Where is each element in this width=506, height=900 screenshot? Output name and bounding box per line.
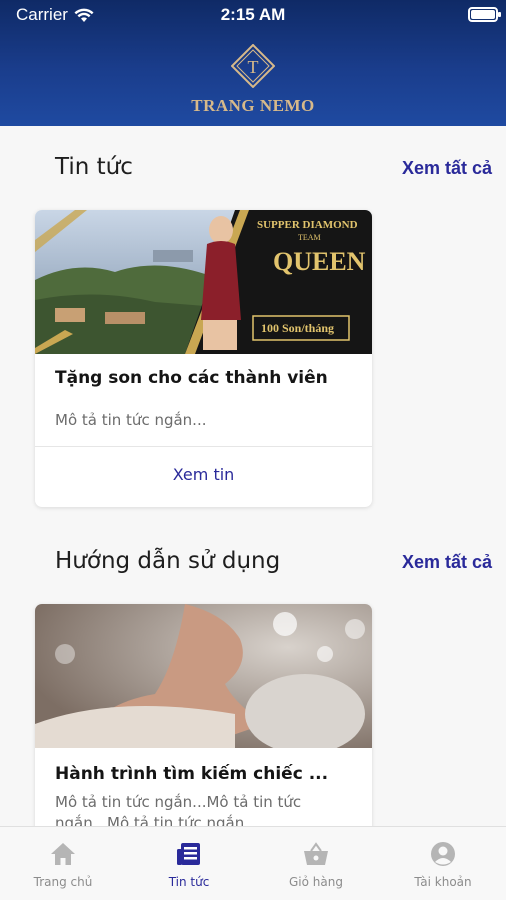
tab-cart-label: Giỏ hàng — [289, 875, 343, 889]
battery-icon — [468, 7, 501, 22]
main-content[interactable]: Tin tức Xem tất cả SUPPER DIAMOND TEAM Q… — [0, 126, 506, 826]
news-card-description: Mô tả tin tức ngắn... — [55, 411, 207, 429]
news-card-title[interactable]: Tặng son cho các thành viên — [55, 368, 355, 388]
app-header: Carrier 2:15 AM T TRANG NEMO — [0, 0, 506, 126]
promo-team: TEAM — [298, 233, 321, 242]
guide-card-image[interactable] — [35, 604, 372, 748]
view-news-button[interactable]: Xem tin — [35, 465, 372, 484]
tab-news[interactable]: Tin tức — [126, 827, 252, 900]
status-time: 2:15 AM — [220, 5, 286, 24]
account-icon — [431, 842, 455, 866]
tab-account-label: Tài khoản — [414, 875, 472, 889]
card-divider — [35, 446, 372, 447]
brand-logo: T TRANG NEMO — [0, 40, 506, 120]
tab-account[interactable]: Tài khoản — [380, 827, 506, 900]
home-icon — [51, 843, 75, 865]
bottom-tab-bar: Trang chủ Tin tức Giỏ hàng Tài khoản — [0, 826, 506, 900]
tab-home-label: Trang chủ — [33, 875, 93, 889]
news-see-all-link[interactable]: Xem tất cả — [402, 158, 492, 179]
tab-home[interactable]: Trang chủ — [0, 827, 126, 900]
news-section-header: Tin tức Xem tất cả — [0, 154, 506, 194]
tab-cart[interactable]: Giỏ hàng — [253, 827, 379, 900]
news-section-title: Tin tức — [55, 154, 133, 180]
tab-news-label: Tin tức — [168, 875, 210, 889]
guide-section-header: Hướng dẫn sử dụng Xem tất cả — [0, 548, 506, 588]
status-bar: Carrier 2:15 AM — [0, 0, 506, 30]
guide-section-title: Hướng dẫn sử dụng — [55, 548, 281, 574]
guide-card-description: Mô tả tin tức ngắn...Mô tả tin tức ngắn.… — [55, 793, 302, 826]
basket-icon — [304, 842, 328, 865]
guide-see-all-link[interactable]: Xem tất cả — [402, 552, 492, 573]
logo-diamond-icon: T — [231, 44, 275, 88]
guide-card[interactable]: Hành trình tìm kiếm chiếc ... Mô tả tin … — [35, 604, 372, 826]
guide-card-title[interactable]: Hành trình tìm kiếm chiếc ... — [55, 764, 355, 784]
news-card[interactable]: SUPPER DIAMOND TEAM QUEEN 100 Son/tháng … — [35, 210, 372, 507]
newspaper-icon — [177, 843, 200, 865]
brand-name: TRANG NEMO — [191, 96, 315, 115]
logo-monogram: T — [248, 57, 259, 77]
promo-offer: 100 Son/tháng — [261, 321, 334, 335]
promo-queen: QUEEN — [273, 247, 366, 276]
news-card-image[interactable]: SUPPER DIAMOND TEAM QUEEN 100 Son/tháng — [35, 210, 372, 354]
promo-headline: SUPPER DIAMOND — [257, 219, 358, 231]
